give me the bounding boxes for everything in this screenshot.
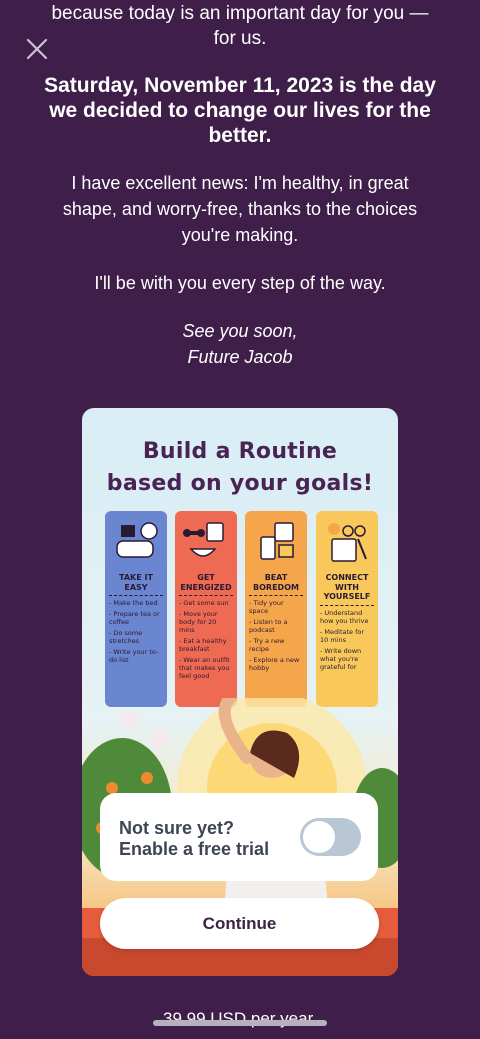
continue-button[interactable]: Continue: [100, 898, 379, 949]
column-item: - Try a new recipe: [249, 637, 285, 653]
signature: Future Jacob: [187, 347, 293, 367]
column-heading: BEAT BOREDOM: [249, 573, 303, 596]
calendar-phone-icon: [260, 522, 294, 560]
free-trial-line: Enable a free trial: [119, 839, 270, 859]
free-trial-line: Not sure yet?: [119, 818, 235, 838]
card-title: Build a Routine based on your goals!: [82, 436, 398, 500]
pillow-bed-icon: [116, 522, 158, 558]
column-heading: CONNECT WITH YOURSELF: [320, 573, 374, 606]
column-item: - Write down what you're grateful for: [320, 646, 362, 671]
routine-illustration-card: Build a Routine based on your goals! TAK…: [82, 408, 398, 976]
column-heading: TAKE IT EASY: [109, 573, 163, 596]
home-indicator: [153, 1020, 327, 1026]
column-item: - Meditate for 10 mins: [320, 627, 365, 644]
routine-column: GET ENERGIZED - Get some sun - Move your…: [175, 511, 237, 707]
column-item: - Tidy your space: [249, 599, 284, 615]
column-item: - Do some stretches: [109, 629, 143, 645]
column-item: - Get some sun: [179, 599, 229, 607]
routine-column: TAKE IT EASY - Make the bed - Prepare te…: [105, 511, 167, 707]
column-item: - Prepare tea or coffee: [109, 610, 160, 626]
free-trial-panel: Not sure yet? Enable a free trial: [100, 793, 378, 881]
card-title-line: Build a Routine: [142, 439, 338, 464]
toggle-knob: [303, 821, 335, 853]
free-trial-label: Not sure yet? Enable a free trial: [119, 818, 269, 860]
letter-paragraph: I'll be with you every step of the way.: [94, 273, 386, 293]
letter-paragraph: I have excellent news: I'm healthy, in g…: [62, 173, 418, 245]
column-item: - Make the bed: [109, 599, 158, 607]
column-item: - Write your to-do list: [109, 648, 159, 664]
card-title-line: based on your goals!: [106, 471, 374, 496]
column-item: - Eat a healthy breakfast: [179, 637, 227, 653]
routine-column: CONNECT WITH YOURSELF - Understand how y…: [316, 511, 378, 707]
column-item: - Move your body for 20 mins: [179, 610, 218, 634]
column-item: - Listen to a podcast: [249, 618, 288, 634]
letter-headline: Saturday, November 11, 2023 is the day w…: [44, 74, 436, 147]
column-item: - Understand how you thrive: [320, 608, 369, 625]
letter-signoff: See you soon, Future Jacob: [40, 318, 440, 370]
journal-glasses-icon: [328, 523, 367, 562]
column-item: - Wear an outfit that makes you feel goo…: [179, 656, 230, 680]
column-heading: GET ENERGIZED: [179, 573, 233, 596]
column-item: - Explore a new hobby: [249, 656, 300, 672]
signoff-line: See you soon,: [182, 321, 298, 341]
free-trial-toggle[interactable]: [300, 818, 361, 856]
price-link[interactable]: 39.99 USD per year.: [0, 1009, 480, 1029]
dumbbell-bowl-icon: [183, 522, 224, 557]
future-self-letter: because today is an important day for yo…: [40, 0, 440, 370]
routine-column: BEAT BOREDOM - Tidy your space - Listen …: [245, 511, 307, 707]
letter-intro: because today is an important day for yo…: [51, 3, 429, 49]
